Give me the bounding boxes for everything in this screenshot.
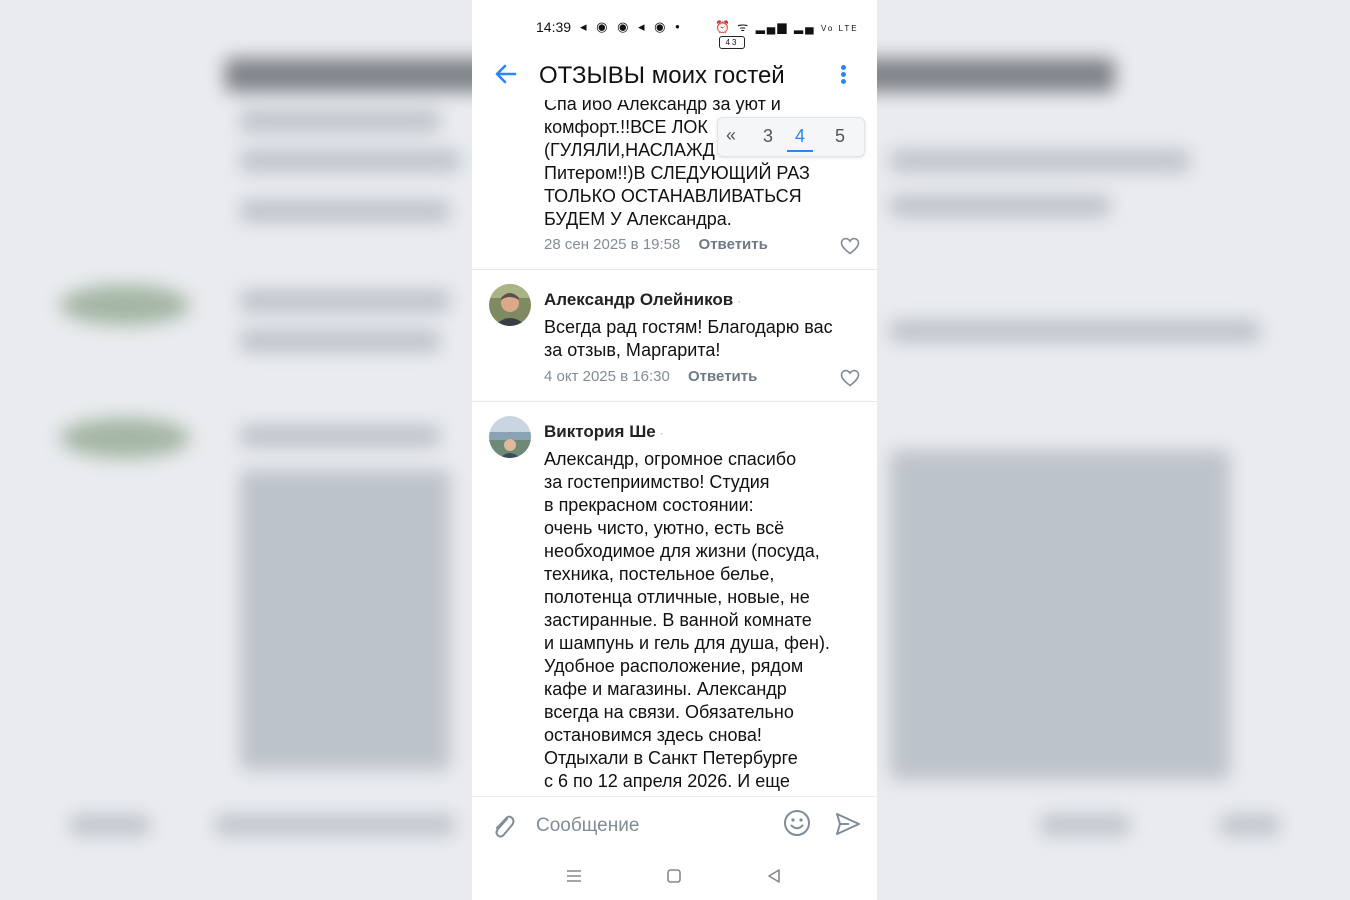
comment-line: и шампунь и гель для душа, фен).	[544, 633, 830, 653]
comment-line: ТОЛЬКО ОСТАНАВЛИВАТЬСЯ	[544, 186, 802, 206]
comment-line: Питером!!)В СЛЕДУЮЩИЙ РАЗ	[544, 163, 810, 183]
user-photo-icon	[489, 416, 531, 458]
comment-date: 4 окт 2025 в 16:30	[544, 368, 670, 385]
avatar[interactable]	[489, 416, 531, 458]
page-5-button[interactable]: 5	[835, 126, 845, 147]
battery-icon: 43	[719, 36, 745, 50]
attach-paperclip-icon[interactable]	[490, 811, 516, 841]
online-dot-icon: ·	[659, 426, 664, 440]
comment-line: за отзыв, Маргарита!	[544, 340, 721, 360]
comment-line: необходимое для жизни (посуда,	[544, 541, 820, 561]
page-4-button[interactable]: 4	[787, 126, 814, 152]
alarm-wifi-signal-icons: ⏰ ᯤ ▂▄▆ ▂▄	[715, 20, 816, 34]
system-icons: ⏰ ᯤ ▂▄▆ ▂▄ Vo LTE 43	[715, 18, 877, 50]
home-square-icon[interactable]	[664, 866, 684, 886]
comment-line: в прекрасном состоянии:	[544, 495, 754, 515]
comment-text: Александр, огромное спасибо за гостеприи…	[544, 448, 830, 793]
comment-line: Отдыхали в Санкт Петербурге	[544, 748, 798, 768]
comment-line: за гостеприимство! Студия	[544, 472, 770, 492]
comment-line: полотенца отличные, новые, не	[544, 587, 810, 607]
comment-line: Александр, огромное спасибо	[544, 449, 797, 469]
author-name: Виктория Ше	[544, 422, 656, 441]
reply-button[interactable]: Ответить	[688, 368, 757, 385]
emoji-smile-icon[interactable]	[783, 809, 811, 837]
online-dot-icon: ·	[737, 294, 742, 308]
comment-line: с 6 по 12 апреля 2026. И еще	[544, 771, 790, 791]
comment-line: Удобное расположение, рядом	[544, 656, 804, 676]
reply-button[interactable]: Ответить	[699, 236, 768, 253]
message-input[interactable]	[534, 811, 768, 841]
page-3-button[interactable]: 3	[763, 126, 773, 147]
comment-line: кафе и магазины. Александр	[544, 679, 787, 699]
comment-line: Спа ибо Александр за уют и	[544, 100, 781, 114]
like-heart-icon[interactable]	[840, 369, 860, 387]
app-header: ОТЗЫВЫ моих гостей	[472, 50, 877, 100]
comment-line: очень чисто, уютно, есть всё	[544, 518, 785, 538]
comment-line: БУДЕМ У Александра.	[544, 209, 732, 229]
send-arrow-icon[interactable]	[835, 811, 861, 837]
comment-author[interactable]: Александр Олейников ·	[544, 290, 741, 310]
status-bar: 14:39 ◂ ◉ ◉ ◂ ◉ • ⏰ ᯤ ▂▄▆ ▂▄ Vo LTE 43	[472, 0, 877, 50]
comment-author[interactable]: Виктория Ше ·	[544, 422, 664, 442]
message-composer	[472, 796, 877, 853]
comment-date: 28 сен 2025 в 19:58	[544, 236, 681, 253]
status-time: 14:39	[536, 19, 572, 35]
comment-line: техника, постельное белье,	[544, 564, 775, 584]
more-options-icon[interactable]	[834, 63, 852, 89]
comment-line: Всегда рад гостям! Благодарю вас	[544, 317, 833, 337]
pagination-control: « 3 4 5	[717, 117, 865, 157]
user-photo-icon	[489, 284, 531, 326]
comment-meta: 28 сен 2025 в 19:58 Ответить	[544, 236, 768, 253]
page-title: ОТЗЫВЫ моих гостей	[539, 62, 785, 89]
comment-text: Всегда рад гостям! Благодарю вас за отзы…	[544, 316, 833, 362]
comment-line: всегда на связи. Обязательно	[544, 702, 794, 722]
phone-screen: 14:39 ◂ ◉ ◉ ◂ ◉ • ⏰ ᯤ ▂▄▆ ▂▄ Vo LTE 43 О…	[472, 0, 877, 900]
comment-line: остановимся здесь снова!	[544, 725, 762, 745]
prev-pages-icon[interactable]: «	[726, 125, 736, 146]
comment-meta: 4 окт 2025 в 16:30 Ответить	[544, 368, 757, 385]
notification-icons: ◂ ◉ ◉ ◂ ◉ •	[580, 19, 683, 34]
back-arrow-icon[interactable]	[492, 60, 520, 88]
menu-lines-icon[interactable]	[564, 866, 584, 886]
avatar[interactable]	[489, 284, 531, 326]
like-heart-icon[interactable]	[840, 237, 860, 255]
author-name: Александр Олейников	[544, 290, 734, 309]
comment-line: застиранные. В ванной комнате	[544, 610, 812, 630]
divider	[472, 269, 877, 270]
network-label: Vo LTE	[820, 24, 859, 33]
back-triangle-icon[interactable]	[764, 866, 784, 886]
system-navigation-bar	[472, 852, 877, 900]
comments-list[interactable]: Спа ибо Александр за уют и комфорт.!!ВСЕ…	[472, 100, 877, 795]
divider	[472, 401, 877, 402]
